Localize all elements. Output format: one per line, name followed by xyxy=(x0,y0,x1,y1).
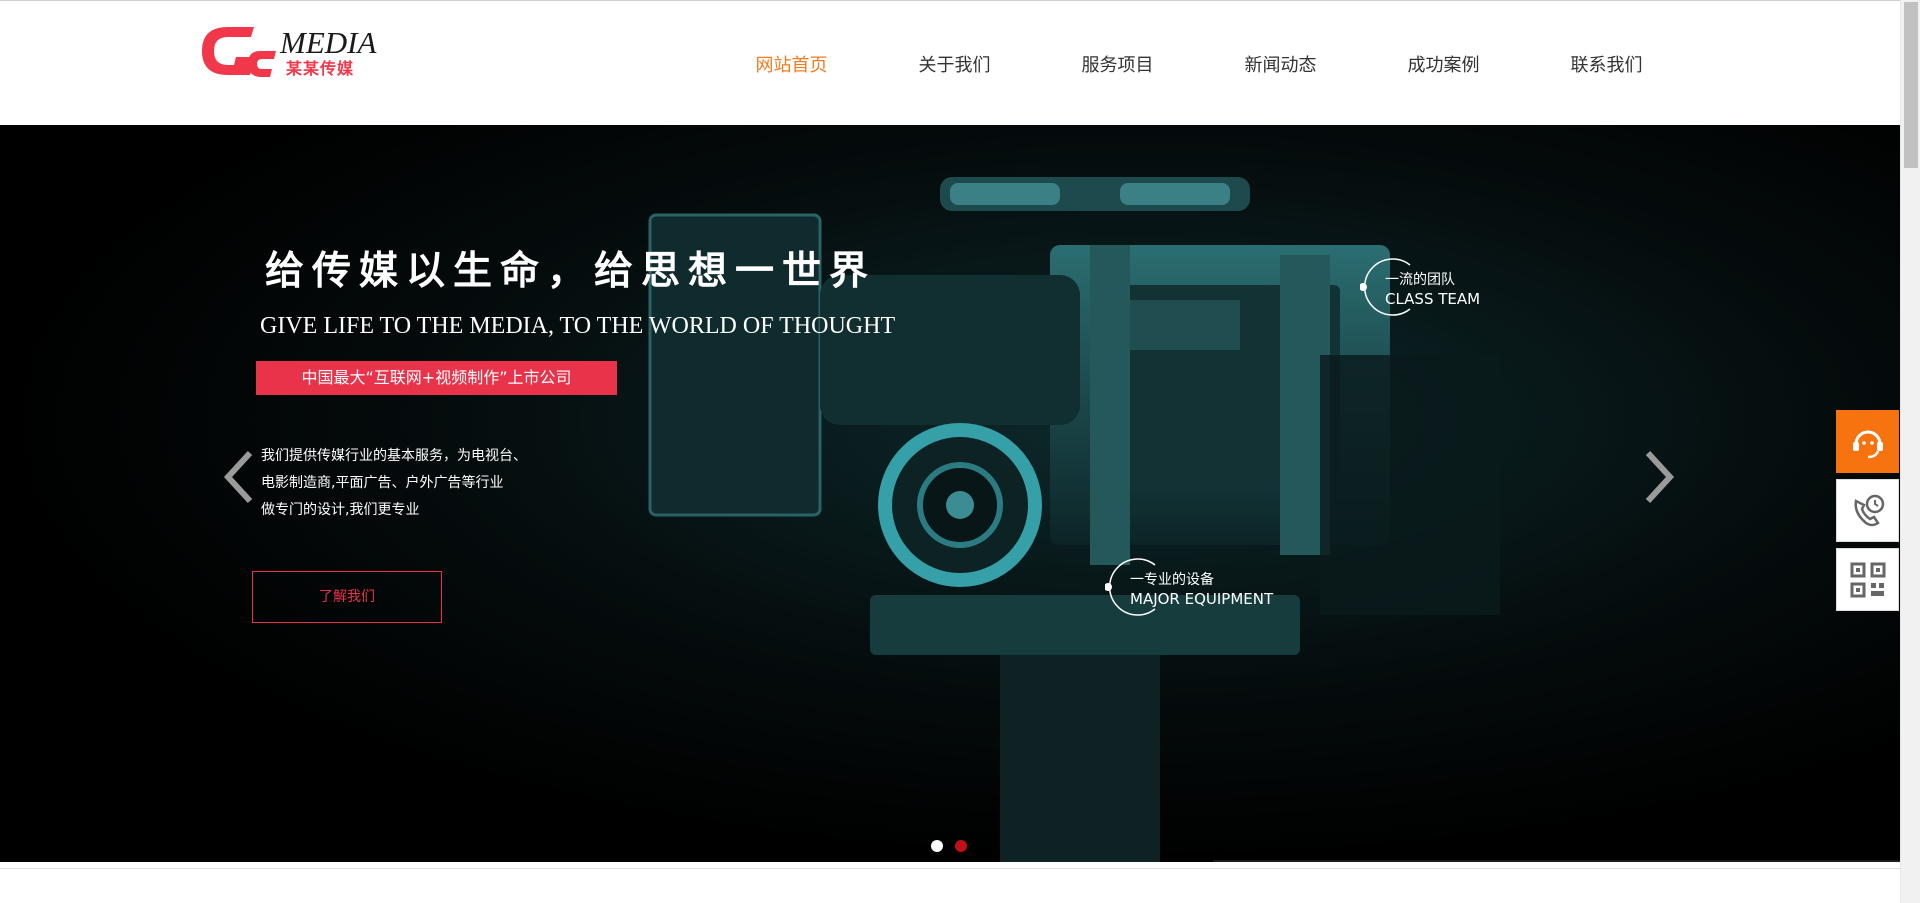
hero-banner: 给传媒以生命，给思想一世界 GIVE LIFE TO THE MEDIA, TO… xyxy=(0,125,1900,862)
logo[interactable]: MEDIA 某某传媒 xyxy=(198,21,388,81)
hotspot-major-equipment: 一专业的设备 MAJOR EQUIPMENT xyxy=(1105,558,1285,629)
hotspot-label-cn: 一专业的设备 xyxy=(1130,572,1214,588)
learn-more-button[interactable]: 了解我们 xyxy=(252,571,442,623)
prev-slide-icon[interactable] xyxy=(218,447,258,507)
hotspot-label-en: CLASS TEAM xyxy=(1385,290,1481,308)
nav-item-home[interactable]: 网站首页 xyxy=(710,51,873,77)
hero-description: 我们提供传媒行业的基本服务，为电视台、 电影制造商,平面广告、户外广告等行业 做… xyxy=(261,443,591,524)
hero-progress-bar xyxy=(1213,860,1900,862)
hero-badge: 中国最大“互联网+视频制作”上市公司 xyxy=(256,361,617,395)
next-section xyxy=(0,868,1900,903)
qr-code-button[interactable] xyxy=(1836,548,1899,611)
hotspot-class-team: 一流的团队 CLASS TEAM xyxy=(1360,258,1520,329)
slide-dots xyxy=(931,840,967,852)
nav-item-services[interactable]: 服务项目 xyxy=(1036,51,1199,77)
slide-dot-2[interactable] xyxy=(955,840,967,852)
customer-service-icon xyxy=(1852,430,1883,458)
hero-desc-line: 电影制造商,平面广告、户外广告等行业 xyxy=(261,475,504,491)
logo-mark-icon xyxy=(202,27,276,77)
phone-clock-icon xyxy=(1853,494,1884,526)
hotspot-label-cn: 一流的团队 xyxy=(1385,272,1455,288)
side-float-bar xyxy=(1836,410,1899,617)
hero-desc-line: 做专门的设计,我们更专业 xyxy=(261,502,420,518)
hotspot-label-en: MAJOR EQUIPMENT xyxy=(1130,590,1274,608)
nav-item-contact[interactable]: 联系我们 xyxy=(1525,51,1688,77)
main-nav: 网站首页 关于我们 服务项目 新闻动态 成功案例 联系我们 xyxy=(710,51,1688,77)
site-header: MEDIA 某某传媒 网站首页 关于我们 服务项目 新闻动态 成功案例 联系我们 xyxy=(0,0,1900,125)
nav-item-about[interactable]: 关于我们 xyxy=(873,51,1036,77)
page: MEDIA 某某传媒 网站首页 关于我们 服务项目 新闻动态 成功案例 联系我们 xyxy=(0,0,1920,903)
phone-button[interactable] xyxy=(1836,479,1899,542)
customer-service-button[interactable] xyxy=(1836,410,1899,473)
hero-desc-line: 我们提供传媒行业的基本服务，为电视台、 xyxy=(261,448,527,464)
qr-code-icon xyxy=(1850,562,1885,597)
hero-title-en: GIVE LIFE TO THE MEDIA, TO THE WORLD OF … xyxy=(260,313,896,339)
next-slide-icon[interactable] xyxy=(1640,447,1680,507)
nav-item-news[interactable]: 新闻动态 xyxy=(1199,51,1362,77)
hero-title-cn: 给传媒以生命，给思想一世界 xyxy=(265,248,877,294)
nav-item-cases[interactable]: 成功案例 xyxy=(1362,51,1525,77)
page-scrollbar[interactable] xyxy=(1900,0,1920,903)
slide-dot-1[interactable] xyxy=(931,840,943,852)
scrollbar-thumb[interactable] xyxy=(1904,2,1918,168)
logo-subtitle: 某某传媒 xyxy=(286,59,355,78)
